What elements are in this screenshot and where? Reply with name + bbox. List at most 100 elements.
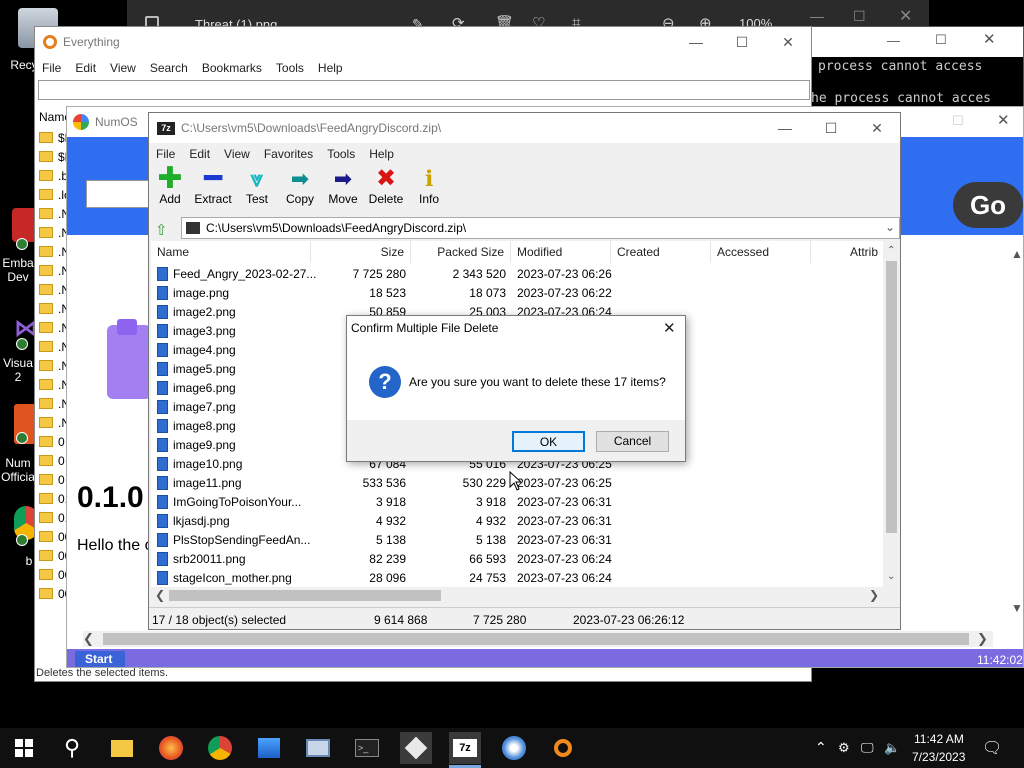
table-row[interactable]: Feed_Angry_2023-02-27... 7 725 280 2 343 5… [151,265,883,284]
extract-button[interactable]: ━ Extract [191,164,235,212]
numos-go-button[interactable]: Go [953,182,1023,228]
close-icon[interactable]: ✕ [983,30,996,48]
test-button[interactable]: ⩔ Test [236,166,278,212]
list-item[interactable]: 0. [39,509,68,528]
terminal-icon[interactable]: >_ [351,732,383,764]
scroll-down-icon[interactable]: ▼ [1011,601,1023,615]
menu-tools[interactable]: Tools [320,147,362,161]
sevenzip-taskbar-icon[interactable]: 7z [449,732,481,764]
scroll-right-icon[interactable]: ❯ [977,631,988,647]
close-icon[interactable]: ✕ [997,111,1010,129]
menu-favorites[interactable]: Favorites [257,147,320,161]
scroll-right-icon[interactable]: ❯ [869,588,879,602]
list-item[interactable]: 0 [39,452,65,471]
display-icon[interactable]: 🖵 [861,740,874,756]
menu-bookmarks[interactable]: Bookmarks [195,61,269,75]
table-row[interactable]: srb20011.png 82 239 66 593 2023-07-23 06:24 [151,550,883,569]
scroll-thumb[interactable] [169,590,441,601]
scroll-left-icon[interactable]: ❮ [83,631,94,647]
menu-file[interactable]: File [35,61,68,75]
list-item[interactable]: 0. [39,490,68,509]
menu-help[interactable]: Help [311,61,350,75]
scroll-left-icon[interactable]: ❮ [155,588,165,602]
column-accessed[interactable]: Accessed [711,241,811,263]
console-window[interactable]: — ☐ ✕ process cannot access he process c… [810,26,1024,110]
scroll-up-icon[interactable]: ⌃ [887,245,895,256]
desktop-icon-label[interactable]: Visua 2 [0,356,36,384]
everything-file-list[interactable]: $F $F .b .lo .N .N .N .N .N .N .N .N .N .N .N .N 0 0 0 0. 0.… [39,129,72,659]
scroll-down-icon[interactable]: ⌄ [887,571,895,582]
column-modified[interactable]: Modified [511,241,611,263]
chrome-icon[interactable] [204,732,236,764]
sevenzip-address[interactable]: C:\Users\vm5\Downloads\FeedAngryDiscord.… [206,221,466,235]
confirm-delete-dialog[interactable]: Confirm Multiple File Delete ✕ ? Are you… [346,315,686,462]
horizontal-scrollbar[interactable]: ❮ ❯ [151,587,883,604]
minimize-icon[interactable]: — [673,27,719,57]
close-icon[interactable]: ✕ [854,113,900,143]
file-explorer-icon[interactable] [106,732,138,764]
sevenzip-titlebar[interactable]: 7z C:\Users\vm5\Downloads\FeedAngryDisco… [149,113,900,143]
add-button[interactable]: ✚ Add [149,164,191,212]
column-attrib[interactable]: Attrib [811,241,885,263]
scroll-up-icon[interactable]: ▲ [1011,247,1023,261]
minimize-icon[interactable]: — [762,113,808,143]
sevenzip-address-bar[interactable]: C:\Users\vm5\Downloads\FeedAngryDiscord.… [181,217,900,239]
maximize-icon[interactable]: ☐ [935,32,947,48]
ok-button[interactable]: OK [512,431,585,452]
copy-button[interactable]: ➡ Copy [279,166,321,212]
column-size[interactable]: Size [311,241,411,263]
menu-edit[interactable]: Edit [68,61,103,75]
menu-help[interactable]: Help [362,147,401,161]
list-item[interactable]: 0 [39,471,65,490]
everything-search-input[interactable] [38,80,810,100]
desktop-icon-label[interactable]: Emba Dev [0,256,36,284]
taskbar-date[interactable]: 7/23/2023 [912,750,965,764]
network-icon[interactable]: ⚙ [838,740,850,756]
table-row[interactable]: lkjasdj.png 4 932 4 932 2023-07-23 06:31 [151,512,883,531]
firefox-icon[interactable] [155,732,187,764]
column-packed-size[interactable]: Packed Size [411,241,511,263]
numos-hscrollbar[interactable]: ❮ ❯ [83,631,993,647]
move-button[interactable]: ➡ Move [322,166,364,212]
up-folder-icon[interactable]: ⇧ [155,221,168,239]
everything-taskbar-icon[interactable] [547,732,579,764]
active-app-icon[interactable] [400,732,432,764]
maximize-icon[interactable]: ☐ [719,27,765,57]
taskbar-time[interactable]: 11:42 AM [914,732,964,746]
numos-input[interactable] [86,180,150,208]
scroll-thumb[interactable] [886,261,897,533]
table-row[interactable]: image.png 18 523 18 073 2023-07-23 06:22 [151,284,883,303]
maximize-icon[interactable]: ☐ [952,113,964,129]
photos-icon[interactable] [253,732,285,764]
column-name[interactable]: Name [151,241,311,263]
chevron-down-icon[interactable]: ⌄ [885,220,895,234]
menu-view[interactable]: View [217,147,257,161]
close-icon[interactable]: ✕ [899,6,912,26]
chevron-up-icon[interactable]: ⌃ [815,739,827,756]
start-button[interactable] [8,732,40,764]
everything-titlebar[interactable]: Everything — ☐ ✕ [35,27,811,57]
delete-button[interactable]: ✖ Delete [365,166,407,212]
menu-search[interactable]: Search [143,61,195,75]
menu-file[interactable]: File [149,147,182,161]
list-item[interactable]: .b [39,167,68,186]
menu-edit[interactable]: Edit [182,147,217,161]
close-icon[interactable]: ✕ [765,27,811,57]
menu-tools[interactable]: Tools [269,61,311,75]
volume-icon[interactable]: 🔈 [884,740,900,756]
console-titlebar[interactable]: — ☐ ✕ [811,27,1023,57]
column-created[interactable]: Created [611,241,711,263]
maximize-icon[interactable]: ☐ [808,113,854,143]
desktop-icon-label[interactable]: Num Officia [0,456,36,484]
remote-desktop-icon[interactable] [302,732,334,764]
table-row[interactable]: ImGoingToPoisonYour... 3 918 3 918 2023-07-… [151,493,883,512]
maximize-icon[interactable]: ☐ [853,8,866,25]
scroll-thumb[interactable] [103,633,969,645]
table-row[interactable]: PlsStopSendingFeedAn... 5 138 5 138 2023-07… [151,531,883,550]
notification-icon[interactable]: 🗨 [982,738,1002,758]
numos-taskbar-icon[interactable] [498,732,530,764]
taskbar-search-icon[interactable]: ⚲ [56,732,88,764]
info-button[interactable]: ℹ Info [408,166,450,212]
minimize-icon[interactable]: — [810,8,824,24]
close-icon[interactable]: ✕ [663,319,676,337]
